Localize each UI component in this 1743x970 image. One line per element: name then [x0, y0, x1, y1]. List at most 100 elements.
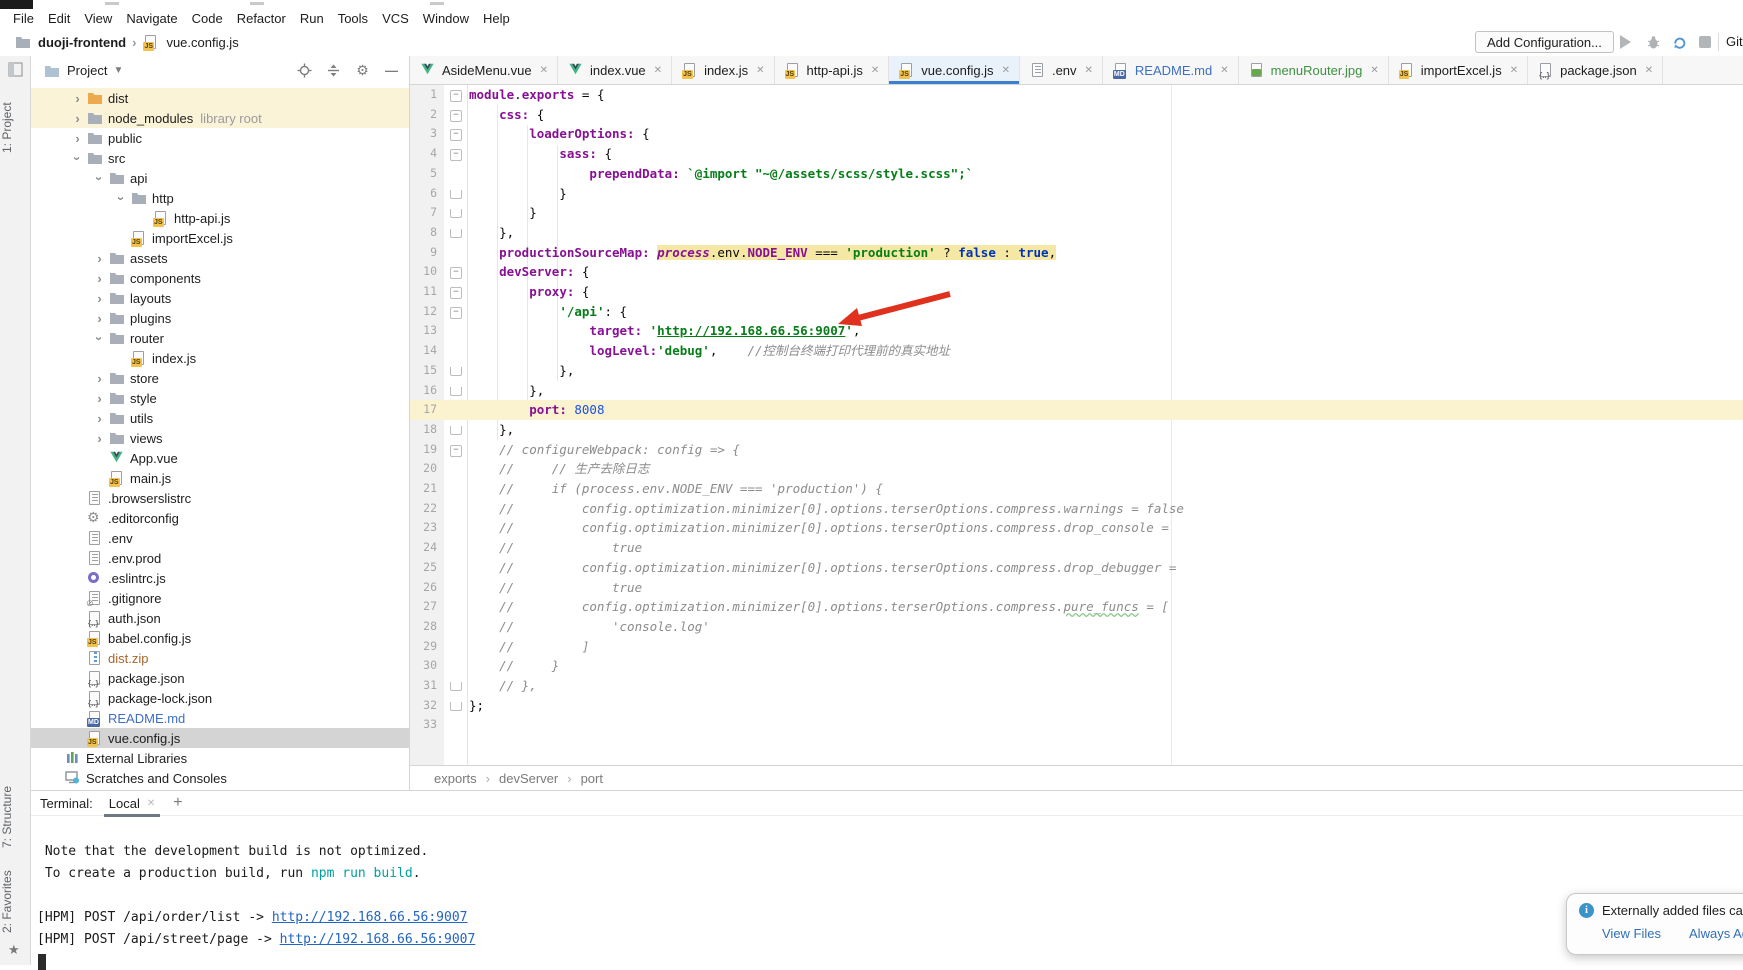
menu-help[interactable]: Help: [476, 11, 517, 26]
chevron-closed-icon[interactable]: ›: [91, 390, 108, 407]
tree-item-eslintrc-js[interactable]: .eslintrc.js: [31, 568, 409, 588]
terminal-hyperlink[interactable]: http://192.168.66.56:9007: [280, 932, 476, 947]
tree-item-http[interactable]: ›http: [31, 188, 409, 208]
tree-item-src[interactable]: ›src: [31, 148, 409, 168]
tree-item-package-lock-json[interactable]: {..}package-lock.json: [31, 688, 409, 708]
code-line-10[interactable]: 10 devServer: {: [410, 262, 1743, 282]
code-line-20[interactable]: 20 // // 生产去除日志: [410, 459, 1743, 479]
menu-window[interactable]: Window: [416, 11, 476, 26]
close-icon[interactable]: ✕: [1220, 65, 1228, 76]
add-configuration-button[interactable]: Add Configuration...: [1475, 31, 1614, 53]
code-line-12[interactable]: 12 '/api': {: [410, 302, 1743, 322]
fold-marker[interactable]: [444, 381, 467, 401]
tree-item-env[interactable]: .env: [31, 528, 409, 548]
terminal-hyperlink[interactable]: http://192.168.66.56:9007: [272, 910, 468, 925]
fold-marker[interactable]: [444, 85, 467, 105]
code-line-19[interactable]: 19 // configureWebpack: config => {: [410, 440, 1743, 460]
code-line-33[interactable]: 33: [410, 715, 1743, 735]
code-line-29[interactable]: 29 // ]: [410, 637, 1743, 657]
tree-item-router[interactable]: ›router: [31, 328, 409, 348]
fold-marker[interactable]: [444, 361, 467, 381]
code-line-26[interactable]: 26 // true: [410, 578, 1743, 598]
fold-marker[interactable]: [444, 420, 467, 440]
chevron-closed-icon[interactable]: ›: [69, 130, 86, 147]
close-icon[interactable]: ✕: [540, 65, 548, 76]
tree-item-layouts[interactable]: ›layouts: [31, 288, 409, 308]
chevron-open-icon[interactable]: ›: [113, 190, 130, 207]
fold-marker[interactable]: [444, 282, 467, 302]
hide-panel-icon[interactable]: —: [384, 63, 399, 78]
tree-item-scratches-and-consoles[interactable]: Scratches and Consoles: [31, 768, 409, 788]
close-icon[interactable]: ✕: [1002, 65, 1010, 76]
terminal-tab-local[interactable]: Local ✕: [109, 796, 155, 811]
fold-marker[interactable]: [444, 676, 467, 696]
chevron-closed-icon[interactable]: ›: [91, 410, 108, 427]
chevron-closed-icon[interactable]: ›: [69, 90, 86, 107]
code-line-8[interactable]: 8 },: [410, 223, 1743, 243]
locate-file-icon[interactable]: [297, 63, 312, 78]
editor-breadcrumb-exports[interactable]: exports: [434, 771, 477, 786]
fold-marker[interactable]: [444, 124, 467, 144]
menu-navigate[interactable]: Navigate: [119, 11, 184, 26]
code-line-32[interactable]: 32};: [410, 696, 1743, 716]
tree-item-api[interactable]: ›api: [31, 168, 409, 188]
code-line-13[interactable]: 13 target: 'http://192.168.66.56:9007',: [410, 321, 1743, 341]
editor-breadcrumb-port[interactable]: port: [581, 771, 603, 786]
close-icon[interactable]: ✕: [871, 65, 879, 76]
code-line-30[interactable]: 30 // }: [410, 656, 1743, 676]
tree-item-env-prod[interactable]: .env.prod: [31, 548, 409, 568]
close-icon[interactable]: ✕: [756, 65, 764, 76]
code-line-1[interactable]: 1module.exports = {: [410, 85, 1743, 105]
tab-importexcel-js[interactable]: JSimportExcel.js✕: [1389, 56, 1528, 84]
tree-item-browserslistrc[interactable]: .browserslistrc: [31, 488, 409, 508]
chevron-closed-icon[interactable]: ›: [91, 290, 108, 307]
fold-marker[interactable]: [444, 223, 467, 243]
tree-item-external-libraries[interactable]: External Libraries: [31, 748, 409, 768]
tree-item-auth-json[interactable]: {..}auth.json: [31, 608, 409, 628]
editor-breadcrumb-devserver[interactable]: devServer: [499, 771, 558, 786]
fold-marker[interactable]: [444, 144, 467, 164]
close-icon[interactable]: ✕: [1085, 65, 1093, 76]
fold-marker[interactable]: [444, 696, 467, 716]
tree-item-importexcel-js[interactable]: JSimportExcel.js: [31, 228, 409, 248]
close-icon[interactable]: ✕: [1645, 65, 1653, 76]
code-line-18[interactable]: 18 },: [410, 420, 1743, 440]
code-line-9[interactable]: 9 productionSourceMap: process.env.NODE_…: [410, 243, 1743, 263]
menu-code[interactable]: Code: [185, 11, 230, 26]
code-line-7[interactable]: 7 }: [410, 203, 1743, 223]
debug-icon[interactable]: [1646, 35, 1662, 49]
menu-tools[interactable]: Tools: [331, 11, 375, 26]
breadcrumb-file[interactable]: vue.config.js: [166, 35, 238, 50]
toolwindow-grid-icon[interactable]: [8, 62, 23, 77]
code-line-27[interactable]: 27 // config.optimization.minimizer[0].o…: [410, 597, 1743, 617]
tab-http-api-js[interactable]: JShttp-api.js✕: [775, 56, 890, 84]
code-line-3[interactable]: 3 loaderOptions: {: [410, 124, 1743, 144]
tab-index-vue[interactable]: index.vue✕: [558, 56, 672, 84]
menu-file[interactable]: File: [6, 11, 41, 26]
code-line-16[interactable]: 16 },: [410, 381, 1743, 401]
chevron-closed-icon[interactable]: ›: [91, 250, 108, 267]
fold-marker[interactable]: [444, 302, 467, 322]
git-label[interactable]: Git:: [1726, 34, 1743, 49]
code-line-4[interactable]: 4 sass: {: [410, 144, 1743, 164]
tree-item-app-vue[interactable]: App.vue: [31, 448, 409, 468]
fold-marker[interactable]: [444, 203, 467, 223]
tab-vue-config-js[interactable]: JSvue.config.js✕: [889, 56, 1020, 84]
collapse-all-icon[interactable]: [326, 63, 341, 78]
code-editor[interactable]: 1module.exports = {2 css: {3 loaderOptio…: [410, 85, 1743, 765]
close-icon[interactable]: ✕: [147, 798, 155, 809]
stripe-tab-structure[interactable]: 7: Structure: [0, 778, 30, 856]
chevron-open-icon[interactable]: ›: [91, 170, 108, 187]
fold-marker[interactable]: [444, 440, 467, 460]
tree-item-gitignore[interactable]: ⊘.gitignore: [31, 588, 409, 608]
chevron-closed-icon[interactable]: ›: [91, 370, 108, 387]
tree-item-assets[interactable]: ›assets: [31, 248, 409, 268]
fold-marker[interactable]: [444, 105, 467, 125]
code-line-25[interactable]: 25 // config.optimization.minimizer[0].o…: [410, 558, 1743, 578]
tree-item-editorconfig[interactable]: ⚙.editorconfig: [31, 508, 409, 528]
code-line-14[interactable]: 14 logLevel:'debug', //控制台终端打印代理前的真实地址: [410, 341, 1743, 361]
code-line-23[interactable]: 23 // config.optimization.minimizer[0].o…: [410, 518, 1743, 538]
menu-refactor[interactable]: Refactor: [230, 11, 293, 26]
chevron-closed-icon[interactable]: ›: [69, 110, 86, 127]
code-line-2[interactable]: 2 css: {: [410, 105, 1743, 125]
